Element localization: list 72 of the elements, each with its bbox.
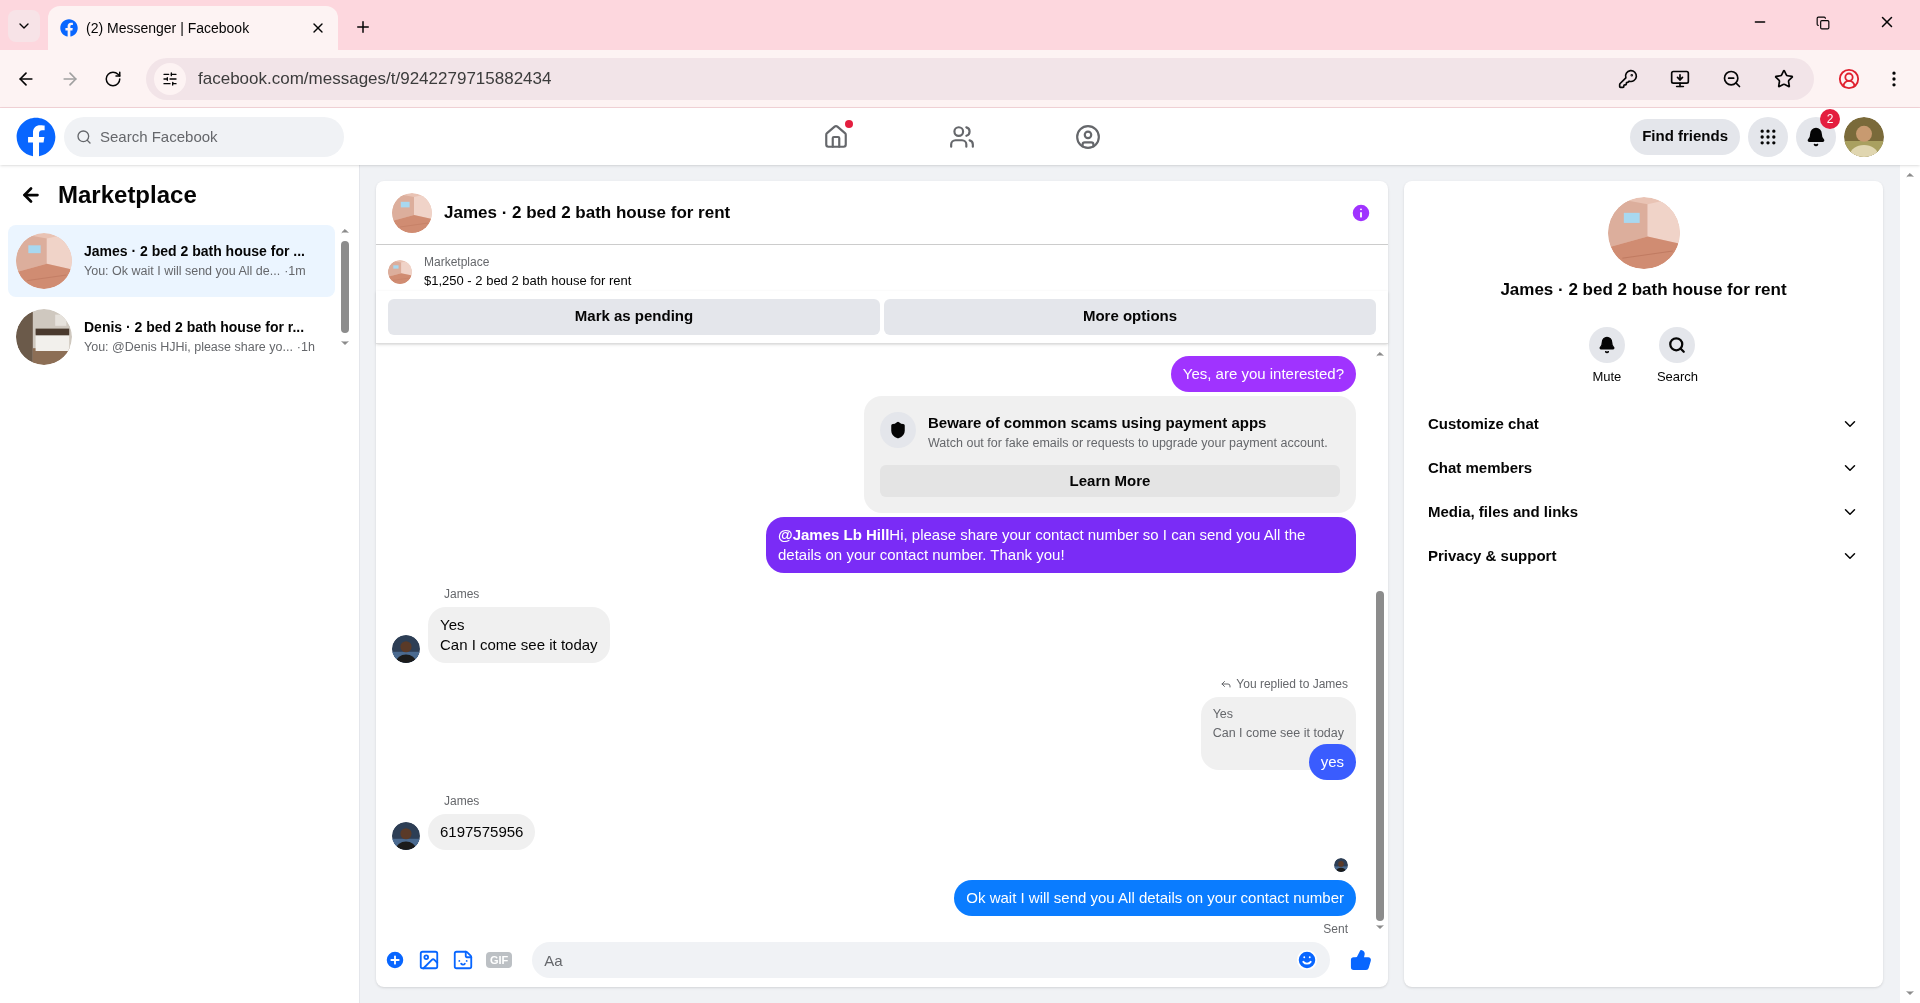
tab-list-button[interactable] [8, 10, 40, 42]
shield-icon [880, 411, 916, 448]
new-tab-icon[interactable] [354, 18, 372, 36]
listing-action-button[interactable]: Mark as pending [388, 298, 880, 335]
sender-name: James [444, 793, 481, 811]
tab-title: (2) Messenger | Facebook [86, 18, 251, 38]
sticker-icon[interactable] [452, 949, 474, 971]
find-friends-button[interactable]: Find friends [1630, 118, 1740, 155]
message-bubble: Yes Can I come see it today [428, 606, 610, 663]
info-icon[interactable] [1350, 201, 1372, 224]
bell-icon [1806, 126, 1826, 147]
profile-nav-icon[interactable] [1075, 123, 1102, 150]
message-time: ·1m [284, 263, 306, 281]
message-preview: You: @Denis HJHi, please share yo... [84, 339, 293, 357]
section-row[interactable]: Chat members [1420, 446, 1867, 490]
listing-source: Marketplace [424, 254, 491, 271]
learn-more-button[interactable]: Learn More [880, 464, 1340, 497]
bookmark-star-icon[interactable] [1774, 68, 1794, 89]
mute-bell-icon[interactable] [1588, 326, 1625, 363]
emoji-icon[interactable] [1296, 949, 1318, 971]
action-label: Mute [1592, 367, 1622, 386]
listing-summary: $1,250 - 2 bed 2 bath house for rent [424, 272, 632, 290]
install-icon[interactable] [1670, 68, 1690, 89]
conversation-title: James · 2 bed 2 bath house for ... [84, 242, 306, 262]
profile-icon[interactable] [1838, 67, 1860, 90]
conversation-title: Denis · 2 bed 2 bath house for r... [84, 318, 306, 338]
notification-count: 2 [1820, 108, 1840, 129]
message-bubble: Ok wait I will send you All details on your contact number [954, 880, 1356, 917]
facebook-logo-icon[interactable] [16, 116, 56, 157]
photo-icon[interactable] [418, 949, 440, 971]
section-row[interactable]: Customize chat [1420, 402, 1867, 446]
scrollbar-thumb[interactable] [341, 241, 349, 333]
message-bubble: 6197575956 [428, 814, 536, 851]
search-icon[interactable] [1659, 326, 1696, 363]
listing-action-button[interactable]: More options [884, 298, 1376, 335]
address-text: facebook.com/messages/t/9242279715882434 [198, 67, 553, 90]
back-arrow-icon[interactable] [20, 184, 42, 206]
notifications-button[interactable] [1796, 116, 1836, 157]
notice-title: Beware of common scams using payment apps [928, 412, 1268, 433]
notice-text: Watch out for fake emails or requests to upgrade your payment account. [928, 435, 1328, 452]
message-bubble: Yes, are you interested? [1170, 355, 1356, 392]
address-bar[interactable]: facebook.com/messages/t/9242279715882434 [146, 57, 1814, 100]
message-bubble: @James Lb HillHi, please share your contact number so I can send you All the details on your contact number. Thank you! [766, 516, 1356, 573]
site-settings-icon[interactable] [154, 62, 186, 95]
message-bubble: yes [1308, 744, 1356, 781]
add-icon[interactable] [384, 949, 406, 971]
restore-icon[interactable] [1816, 16, 1830, 30]
facebook-logo-icon [60, 19, 78, 37]
sender-name: James [444, 585, 481, 603]
zoom-out-icon[interactable] [1722, 68, 1742, 89]
message-time: ·1h [296, 339, 315, 357]
message-status: Sent [1323, 921, 1348, 939]
reload-icon[interactable] [104, 69, 122, 88]
apps-menu-icon[interactable] [1748, 116, 1788, 157]
key-icon[interactable] [1618, 68, 1638, 89]
message-field[interactable]: Aa [532, 942, 1330, 978]
search-field[interactable]: Search Facebook [64, 116, 344, 157]
browser-tab[interactable]: (2) Messenger | Facebook [48, 6, 338, 50]
details-title: James · 2 bed 2 bath house for rent [1500, 279, 1787, 301]
reply-caption: You replied to James [1236, 675, 1348, 693]
thumbs-up-icon[interactable] [1350, 949, 1372, 971]
message-preview: You: Ok wait I will send you All de... [84, 263, 281, 281]
section-row[interactable]: Privacy & support [1420, 534, 1867, 578]
conversation-item[interactable]: James · 2 bed 2 bath house for ... You: Ok wait I will send you All de... ·1m [8, 225, 335, 297]
sidebar-title: Marketplace [58, 180, 197, 210]
friends-nav-icon[interactable] [949, 123, 976, 150]
home-nav-icon[interactable] [823, 123, 850, 150]
scrollbar-thumb[interactable] [1376, 591, 1384, 921]
search-icon [76, 128, 92, 145]
action-label: Search [1656, 367, 1699, 386]
section-row[interactable]: Media, files and links [1420, 490, 1867, 534]
chat-title: James · 2 bed 2 bath house for rent [444, 201, 732, 224]
